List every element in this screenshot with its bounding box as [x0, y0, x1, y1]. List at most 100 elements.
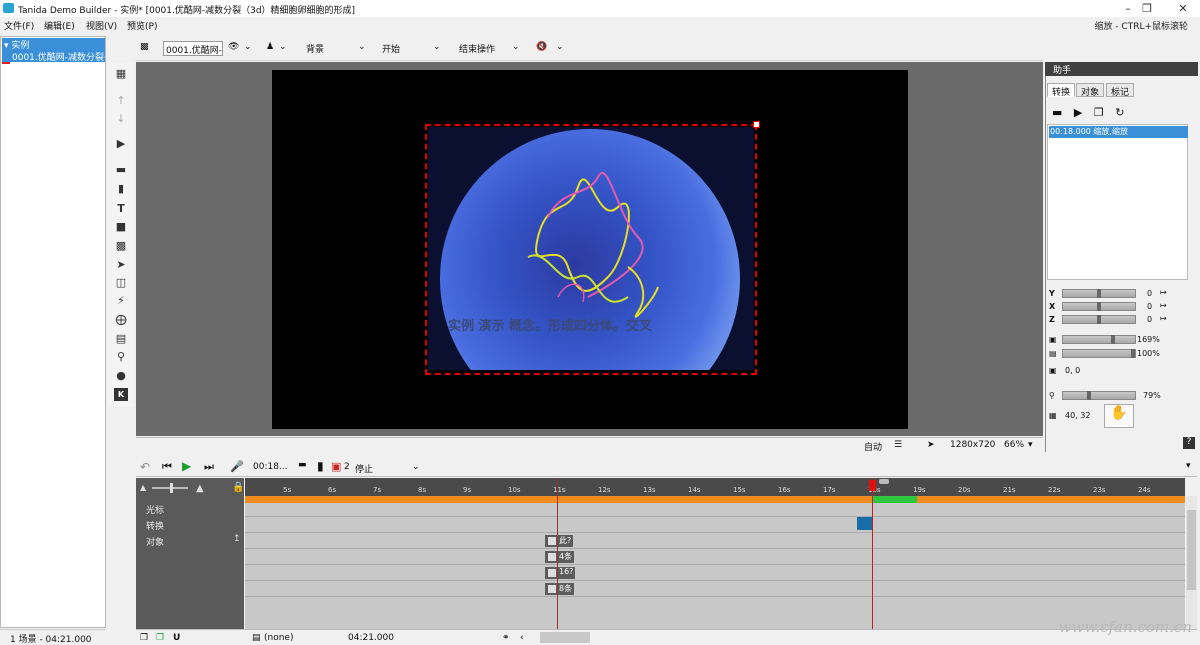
timeline-object[interactable]: 此? — [545, 535, 574, 547]
chevron-down-icon[interactable]: ⌄ — [358, 42, 366, 52]
lock-icon[interactable]: 🔒 — [232, 482, 244, 493]
window-icon[interactable]: ❐ — [1094, 106, 1104, 119]
play-scene-icon[interactable]: ▶ — [114, 137, 128, 150]
refresh-icon[interactable]: ↻ — [1115, 106, 1124, 119]
end-action-dropdown[interactable]: 结束操作 — [459, 42, 495, 55]
eye-icon[interactable]: 👁 — [228, 42, 239, 52]
timeline-selection-bar[interactable] — [873, 496, 917, 503]
pause-icon[interactable]: ▮ — [317, 459, 324, 473]
chevron-down-icon[interactable]: ⌄ — [512, 42, 520, 52]
x-slider[interactable] — [1062, 302, 1136, 311]
time-ruler[interactable]: 5s6s7s8s9s10s11s12s13s14s15s16s17s18s19s… — [245, 478, 1185, 496]
menu-preview[interactable]: 预览(P) — [127, 19, 157, 32]
monitor-icon[interactable]: ▩ — [140, 42, 149, 52]
image-icon[interactable]: ▩ — [114, 239, 128, 252]
zoom-in-icon[interactable]: ▲ — [196, 483, 204, 494]
video-icon[interactable]: ▤ — [114, 332, 128, 345]
timeline-range-bar[interactable] — [245, 496, 1185, 503]
menu-file[interactable]: 文件(F) — [4, 19, 34, 32]
chevron-down-icon[interactable]: ⌄ — [279, 42, 287, 52]
chevron-down-icon[interactable]: ⌄ — [433, 42, 441, 52]
timeline-object[interactable]: 8条 — [545, 583, 575, 595]
background-dropdown[interactable]: 背景 — [306, 42, 324, 55]
paste-icon[interactable]: ❐ — [156, 633, 164, 643]
magnet-icon[interactable]: U — [173, 633, 180, 643]
playhead-grip[interactable] — [879, 479, 889, 484]
transform-entry[interactable]: 00:18.000 缩放,缩放 — [1049, 126, 1188, 138]
mute-icon[interactable]: 🔇 — [536, 42, 547, 52]
zoom-select[interactable]: 66% — [1004, 440, 1024, 450]
stop-action[interactable]: 停止 — [355, 462, 373, 475]
tab-objects[interactable]: 对象 — [1076, 83, 1105, 98]
layout-icon[interactable]: ▦ — [114, 67, 128, 80]
timeline-scrollbar[interactable] — [1186, 496, 1197, 629]
play-icon[interactable]: ▶ — [1074, 106, 1082, 119]
scrollbar-thumb[interactable] — [1187, 510, 1196, 590]
transform-keyframe[interactable] — [857, 517, 872, 530]
undo-icon[interactable]: ↶ — [140, 460, 150, 474]
zoom-area-icon[interactable]: ⨁ — [114, 313, 128, 326]
k-icon[interactable]: K — [114, 388, 128, 401]
headphones-icon[interactable]: ⚭ — [502, 633, 510, 643]
scroll-left-icon[interactable]: ‹ — [520, 633, 524, 643]
skip-back-icon[interactable]: ⏮ — [162, 460, 172, 474]
resize-handle[interactable] — [753, 121, 760, 128]
timeline-object[interactable]: 16? — [545, 567, 576, 579]
tree-scene-item[interactable]: 0001.优酷网-减数分裂( — [2, 50, 105, 62]
menu-view[interactable]: 视图(V) — [86, 19, 117, 32]
move-up-icon[interactable]: ↑ — [114, 94, 128, 107]
maximize-icon[interactable]: ❐ — [1136, 2, 1158, 15]
hand-icon[interactable]: ✋ — [1104, 404, 1134, 428]
zoom-knob[interactable] — [170, 483, 173, 493]
tab-markers[interactable]: 标记 — [1106, 83, 1135, 98]
play-icon[interactable]: ▶ — [182, 459, 191, 473]
tree-root[interactable]: ▾ 实例 — [2, 38, 105, 51]
action-area-icon[interactable]: ◫ — [114, 276, 128, 289]
remove-icon[interactable]: ▬ — [298, 460, 307, 470]
person-icon[interactable]: ♟ — [266, 42, 274, 52]
timeline-tracks[interactable] — [245, 503, 1185, 629]
reset-icon[interactable]: ↦ — [1160, 301, 1167, 310]
flash-icon[interactable]: ⚡ — [114, 294, 128, 307]
tab-transform[interactable]: 转换 — [1047, 83, 1076, 98]
chevron-down-icon[interactable]: ▾ — [1028, 440, 1033, 450]
cursor-mode-icon[interactable]: ➤ — [927, 440, 935, 450]
zoom-slider[interactable] — [1062, 391, 1136, 400]
shape-icon[interactable]: ■ — [114, 220, 128, 233]
magnifier-icon[interactable]: ⚲ — [114, 350, 128, 363]
playhead-handle[interactable] — [869, 480, 876, 491]
help-icon[interactable]: ? — [1183, 437, 1195, 449]
drop-icon[interactable]: ● — [114, 369, 128, 382]
scene-selector[interactable]: 0001.优酷网-1 — [163, 41, 223, 56]
y-slider[interactable] — [1062, 289, 1136, 298]
upload-icon[interactable]: ↥ — [233, 534, 241, 544]
reset-icon[interactable]: ↦ — [1160, 314, 1167, 323]
zoom-out-icon[interactable]: ▲ — [140, 483, 146, 492]
menu-edit[interactable]: 编辑(E) — [44, 19, 75, 32]
skip-forward-icon[interactable]: ⏭ — [204, 460, 214, 474]
marker-icon[interactable]: ▣ — [331, 460, 341, 473]
chevron-down-icon[interactable]: ▾ — [1186, 461, 1191, 471]
microphone-icon[interactable]: 🎤 — [230, 460, 244, 473]
move-down-icon[interactable]: ↓ — [114, 112, 128, 125]
chevron-down-icon[interactable]: ⌄ — [244, 42, 252, 52]
align-icon[interactable]: ☰ — [894, 440, 902, 450]
chevron-down-icon[interactable]: ⌄ — [556, 42, 564, 52]
callout-icon[interactable]: ▬ — [114, 163, 128, 176]
remove-icon[interactable]: ▬ — [1052, 106, 1062, 119]
note-icon[interactable]: ▮ — [114, 182, 128, 195]
playhead[interactable] — [872, 478, 873, 629]
scale-slider[interactable] — [1062, 335, 1136, 344]
start-dropdown[interactable]: 开始 — [382, 42, 400, 55]
reset-icon[interactable]: ↦ — [1160, 288, 1167, 297]
selection-frame[interactable] — [425, 124, 757, 375]
copy-icon[interactable]: ❐ — [140, 633, 148, 643]
timeline-object[interactable]: 4条 — [545, 551, 575, 563]
auto-mode[interactable]: 自动 — [864, 440, 882, 453]
cursor-icon[interactable]: ➤ — [114, 258, 128, 271]
horizontal-scroll-thumb[interactable] — [540, 632, 590, 643]
chevron-down-icon[interactable]: ⌄ — [412, 462, 420, 472]
close-icon[interactable]: ✕ — [1172, 2, 1194, 15]
text-icon[interactable]: T — [114, 202, 128, 215]
opacity-slider[interactable] — [1062, 349, 1136, 358]
